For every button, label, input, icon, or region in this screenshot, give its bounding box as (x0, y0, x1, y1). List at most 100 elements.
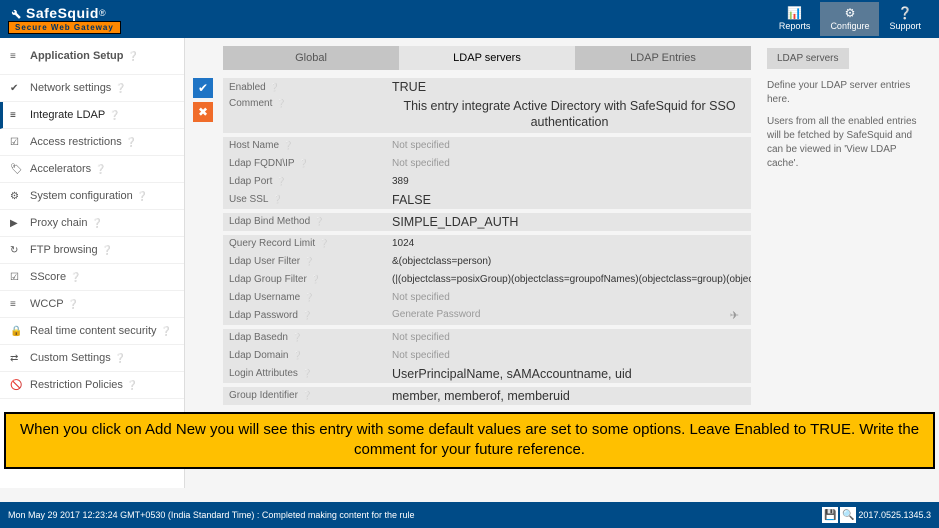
checkbox-icon: ☑ (10, 137, 24, 148)
field-value-comment[interactable]: This entry integrate Active Directory wi… (388, 96, 751, 133)
sidebar-item-label: Accelerators (30, 163, 91, 175)
field-label-ssl: Use SSL❔ (223, 192, 388, 207)
version-text: 2017.0525.1345.3 (858, 510, 931, 520)
field-label-grp-id: Group Identifier❔ (223, 388, 388, 403)
ban-icon: 🚫 (10, 380, 24, 391)
reports-label: Reports (779, 21, 811, 31)
sidebar-item-label: FTP browsing (30, 244, 98, 256)
lock-icon: 🔒 (10, 326, 24, 337)
sidebar-item-label: Restriction Policies (30, 379, 123, 391)
sidebar-item-custom-settings[interactable]: ⇄Custom Settings❔ (0, 345, 184, 372)
sidebar-item-label: Integrate LDAP (30, 109, 105, 121)
field-value-qlimit[interactable]: 1024 (388, 236, 751, 251)
field-value-basedn[interactable]: Not specified (388, 330, 751, 345)
help-icon: ❔ (276, 177, 286, 186)
help-icon: ❔ (270, 83, 280, 92)
field-value-fqdn[interactable]: Not specified (388, 156, 751, 171)
top-actions: 📊 Reports ⚙ Configure ❔ Support (769, 2, 931, 36)
status-text: Mon May 29 2017 12:23:24 GMT+0530 (India… (8, 510, 414, 520)
field-value-enabled[interactable]: TRUE (388, 78, 751, 96)
right-panel-text-1: Define your LDAP server entries here. (767, 79, 927, 107)
field-label-domain: Ldap Domain❔ (223, 348, 388, 363)
field-label-pwd: Ldap Password❔ (223, 308, 388, 323)
help-icon: ❔ (115, 83, 126, 94)
brand-logo: SafeSquid ® Secure Web Gateway (8, 5, 121, 34)
list-icon: ≡ (10, 299, 24, 310)
tab-global[interactable]: Global (223, 46, 399, 70)
sidebar-item-label: Application Setup (30, 50, 124, 62)
right-panel-tab[interactable]: LDAP servers (767, 48, 849, 69)
footer: Mon May 29 2017 12:23:24 GMT+0530 (India… (0, 502, 939, 528)
confirm-button[interactable]: ✔ (193, 78, 213, 98)
field-value-port[interactable]: 389 (388, 174, 751, 189)
help-icon: ❔ (109, 110, 120, 121)
sidebar-item-network-settings[interactable]: ✔Network settings❔ (0, 75, 184, 102)
sidebar-item-ftp-browsing[interactable]: ↻ FTP browsing ❔ (0, 237, 184, 264)
sidebar-item-sscore[interactable]: ☑SScore❔ (0, 264, 184, 291)
tab-ldap-servers[interactable]: LDAP servers (399, 46, 575, 70)
sidebar-item-restriction-policies[interactable]: 🚫 Restriction Policies ❔ (0, 372, 184, 399)
sidebar-item-accelerators[interactable]: 🏷Accelerators❔ (0, 156, 184, 183)
sidebar-item-label: Proxy chain (30, 217, 87, 229)
field-value-ufilter[interactable]: &(objectclass=person) (388, 254, 751, 269)
help-icon: ❔ (302, 391, 312, 400)
sidebar-item-label: Custom Settings (30, 352, 111, 364)
sidebar-item-application-setup[interactable]: ≡Application Setup❔ (0, 38, 184, 75)
brand-name: SafeSquid (26, 5, 99, 21)
list-icon: ≡ (10, 51, 24, 62)
field-value-grp-id[interactable]: member, memberof, memberuid (388, 387, 751, 405)
help-icon: ❔ (302, 369, 312, 378)
ldap-form: Enabled❔TRUE Comment❔This entry integrat… (223, 78, 751, 405)
tabs: Global LDAP servers LDAP Entries (223, 46, 751, 70)
brand-reg: ® (99, 8, 106, 18)
refresh-icon: ↻ (10, 245, 24, 256)
right-panel-text-2: Users from all the enabled entries will … (767, 115, 927, 171)
reports-button[interactable]: 📊 Reports (769, 2, 821, 36)
field-value-bind[interactable]: SIMPLE_LDAP_AUTH (388, 213, 751, 231)
field-value-pwd[interactable]: Generate Password✈ (388, 307, 751, 324)
help-icon: ❔ (102, 245, 113, 256)
field-value-domain[interactable]: Not specified (388, 348, 751, 363)
field-label-qlimit: Query Record Limit❔ (223, 236, 388, 251)
sidebar-item-wccp[interactable]: ≡WCCP❔ (0, 291, 184, 318)
sidebar-item-label: Real time content security (30, 325, 157, 337)
list-icon: ≡ (10, 110, 24, 121)
configure-button[interactable]: ⚙ Configure (820, 2, 879, 36)
field-value-hostname[interactable]: Not specified (388, 138, 751, 153)
field-value-ssl[interactable]: FALSE (388, 191, 751, 209)
wrench-icon (8, 6, 22, 20)
field-value-uname[interactable]: Not specified (388, 290, 751, 305)
send-icon[interactable]: ✈ (730, 309, 739, 322)
help-icon: ❔ (292, 351, 302, 360)
help-icon: ❔ (127, 380, 138, 391)
sidebar-item-access-restrictions[interactable]: ☑Access restrictions❔ (0, 129, 184, 156)
sidebar-item-label: Network settings (30, 82, 111, 94)
search-icon[interactable]: 🔍 (840, 507, 856, 523)
field-label-fqdn: Ldap FQDN\IP❔ (223, 156, 388, 171)
save-icon[interactable]: 💾 (822, 507, 838, 523)
help-icon: ❔ (115, 353, 126, 364)
sidebar-item-real-time-content-security[interactable]: 🔒Real time content security❔ (0, 318, 184, 345)
tab-ldap-entries[interactable]: LDAP Entries (575, 46, 751, 70)
field-value-gfilter[interactable]: (|(objectclass=posixGroup)(objectclass=g… (388, 272, 751, 287)
help-icon: ❔ (70, 272, 81, 283)
help-icon: ❔ (299, 159, 309, 168)
field-label-ufilter: Ldap User Filter❔ (223, 254, 388, 269)
field-label-port: Ldap Port❔ (223, 174, 388, 189)
sidebar-item-proxy-chain[interactable]: ▶Proxy chain❔ (0, 210, 184, 237)
field-label-basedn: Ldap Basedn❔ (223, 330, 388, 345)
help-icon: ❔ (276, 99, 286, 108)
field-label-comment: Comment❔ (223, 96, 388, 111)
footer-icons: 💾 🔍 2017.0525.1345.3 (822, 507, 931, 523)
sidebar-item-integrate-ldap[interactable]: ≡ Integrate LDAP ❔ (0, 102, 184, 129)
support-button[interactable]: ❔ Support (879, 2, 931, 36)
entry-actions: ✔ ✖ (193, 78, 213, 122)
reports-icon: 📊 (779, 6, 811, 20)
field-value-login-attr[interactable]: UserPrincipalName, sAMAccountname, uid (388, 365, 751, 383)
sidebar-item-label: Access restrictions (30, 136, 122, 148)
sidebar-item-system-configuration[interactable]: ⚙System configuration❔ (0, 183, 184, 210)
configure-icon: ⚙ (830, 6, 869, 20)
tags-icon: 🏷 (10, 164, 24, 175)
help-icon: ❔ (91, 218, 102, 229)
cancel-button[interactable]: ✖ (193, 102, 213, 122)
